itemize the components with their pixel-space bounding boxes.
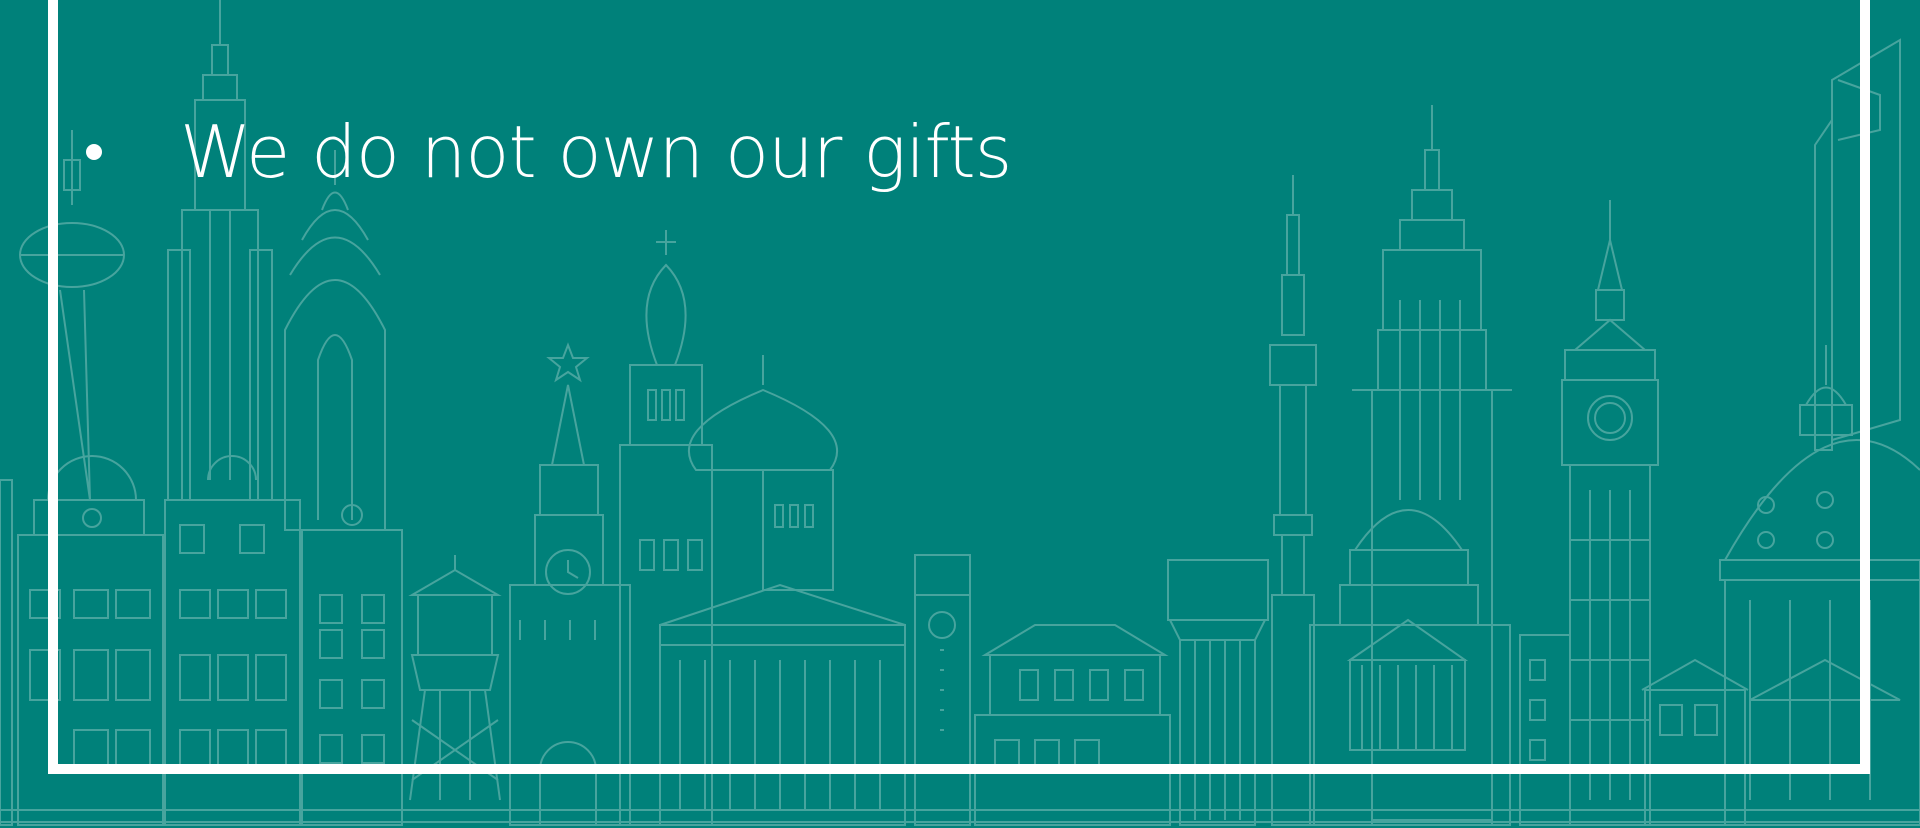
bullet-icon — [86, 144, 102, 160]
bullet-text: We do not own our gifts — [180, 110, 1012, 194]
slide: We do not own our gifts — [0, 0, 1920, 828]
bullet-item: We do not own our gifts — [86, 102, 1012, 202]
